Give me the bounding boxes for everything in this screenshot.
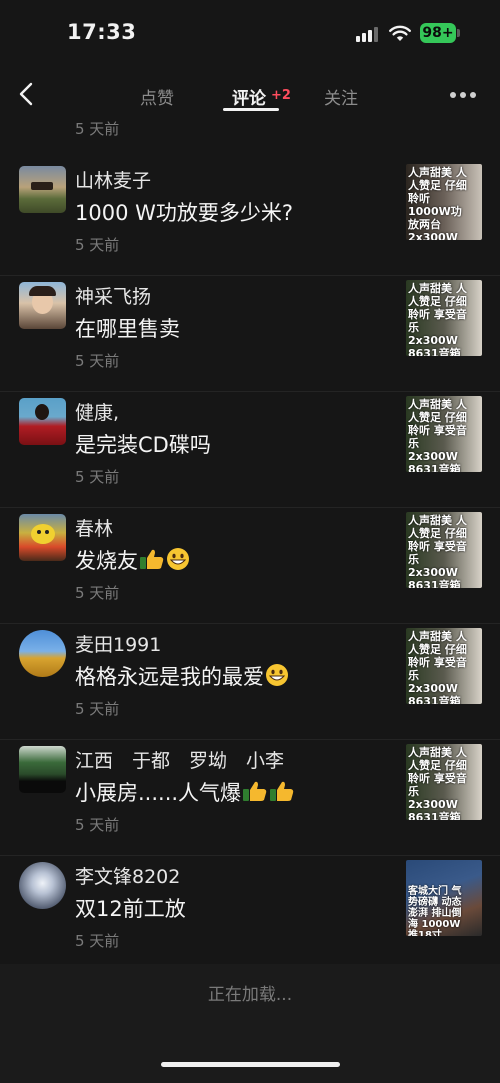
grinning-emoji-icon [266,664,288,686]
comment-username[interactable]: 麦田1991 [75,630,161,657]
avatar[interactable] [19,862,66,909]
comment-text-content: 格格永远是我的最爱 [75,665,264,689]
home-indicator[interactable] [161,1062,340,1067]
comment-text-content: 发烧友 [75,549,138,573]
comment-text: 双12前工放 [75,897,186,921]
comment-timestamp: 5 天前 [75,932,120,950]
comment-timestamp: 5 天前 [75,236,120,254]
cellular-signal-icon [356,26,382,42]
grinning-emoji-icon [167,548,189,570]
video-thumbnail[interactable]: 人声甜美 人人赞足 仔细聆听 享受音乐 2x300W 8631音箱 [406,396,482,472]
thumbs-up-emoji-icon [140,549,164,569]
comment-username[interactable]: 山林麦子 [75,166,151,193]
thumbnail-caption: 人声甜美 人人赞足 仔细聆听 享受音乐 2x300W 8631音箱 [408,746,467,820]
comment-username[interactable]: 健康, [75,398,119,425]
comment-timestamp: 5 天前 [75,584,120,602]
avatar[interactable] [19,746,66,793]
thumbnail-caption: 人声甜美 人人赞足 仔细聆听 享受音乐 2x300W 8631音箱 [408,282,467,356]
comment-timestamp: 5 天前 [75,352,120,370]
notifications-screen: 17:33 98+ 点赞 评论 +2 关注 5 天前 山林麦子 1000 W功放… [0,0,500,1083]
comment-item[interactable]: 江西 于都 罗坳 小李 小展房......人气爆 5 天前 人声甜美 人人赞足 … [0,740,500,856]
active-tab-indicator [223,108,279,111]
comment-item[interactable]: 李文锋8202 双12前工放 5 天前 客城大门 气势磅礴 动态澎湃 排山倒海 … [0,856,500,972]
comment-item[interactable]: 麦田1991 格格永远是我的最爱 5 天前 人声甜美 人人赞足 仔细聆听 享受音… [0,624,500,740]
status-time: 17:33 [67,20,137,44]
comment-timestamp: 5 天前 [75,700,120,718]
tab-comments-badge: +2 [271,88,291,103]
comment-username[interactable]: 江西 于都 罗坳 小李 [75,746,284,773]
comment-text-content: 小展房......人气爆 [75,781,242,805]
thumbnail-caption: 客城大门 气势磅礴 动态澎湃 排山倒海 1000W推18寸 [408,886,462,936]
avatar[interactable] [19,282,66,329]
comment-item[interactable]: 山林麦子 1000 W功放要多少米? 5 天前 人声甜美 人人赞足 仔细聆听 1… [0,160,500,276]
comment-text: 是完装CD碟吗 [75,433,211,457]
thumbnail-caption: 人声甜美 人人赞足 仔细聆听 1000W功放两台 2x300W 享受音乐 [408,166,467,240]
avatar[interactable] [19,514,66,561]
video-thumbnail[interactable]: 人声甜美 人人赞足 仔细聆听 享受音乐 2x300W 8631音箱 [406,628,482,704]
battery-indicator: 98+ [420,23,456,43]
comment-username[interactable]: 神采飞扬 [75,282,151,309]
thumbs-up-emoji-icon [270,781,294,801]
avatar[interactable] [19,166,66,213]
thumbnail-caption: 人声甜美 人人赞足 仔细聆听 享受音乐 2x300W 8631音箱 [408,630,467,704]
tab-follow[interactable]: 关注 [324,84,358,109]
video-thumbnail[interactable]: 人声甜美 人人赞足 仔细聆听 享受音乐 2x300W 8631音箱 [406,512,482,588]
video-thumbnail[interactable]: 人声甜美 人人赞足 仔细聆听 享受音乐 2x300W 8631音箱 [406,280,482,356]
comment-item[interactable]: 神采飞扬 在哪里售卖 5 天前 人声甜美 人人赞足 仔细聆听 享受音乐 2x30… [0,276,500,392]
comment-timestamp: 5 天前 [75,816,120,834]
tab-likes[interactable]: 点赞 [140,84,174,109]
more-options-icon[interactable] [450,92,480,100]
comment-item[interactable]: 春林 发烧友 5 天前 人声甜美 人人赞足 仔细聆听 享受音乐 2x300W 8… [0,508,500,624]
back-arrow-icon[interactable] [14,80,42,108]
thumbnail-caption: 人声甜美 人人赞足 仔细聆听 享受音乐 2x300W 8631音箱 [408,514,467,588]
thumbnail-caption: 人声甜美 人人赞足 仔细聆听 享受音乐 2x300W 8631音箱 [408,398,467,472]
comment-text: 小展房......人气爆 [75,777,295,807]
comment-text: 1000 W功放要多少米? [75,201,294,225]
thumbs-up-emoji-icon [243,781,267,801]
status-bar: 17:33 98+ [0,0,500,66]
avatar[interactable] [19,630,66,677]
comment-item[interactable]: 健康, 是完装CD碟吗 5 天前 人声甜美 人人赞足 仔细聆听 享受音乐 2x3… [0,392,500,508]
comment-text: 发烧友 [75,545,190,575]
avatar[interactable] [19,398,66,445]
previous-item-timestamp: 5 天前 [75,120,120,138]
battery-tip [457,29,460,37]
video-thumbnail[interactable]: 客城大门 气势磅礴 动态澎湃 排山倒海 1000W推18寸 [406,860,482,936]
comment-username[interactable]: 春林 [75,514,113,541]
wifi-icon [389,25,411,41]
comment-text: 在哪里售卖 [75,317,180,341]
loading-indicator: 正在加载... [207,985,293,1005]
video-thumbnail[interactable]: 人声甜美 人人赞足 仔细聆听 1000W功放两台 2x300W 享受音乐 [406,164,482,240]
comment-timestamp: 5 天前 [75,468,120,486]
tab-comments[interactable]: 评论 [232,84,266,109]
video-thumbnail[interactable]: 人声甜美 人人赞足 仔细聆听 享受音乐 2x300W 8631音箱 [406,744,482,820]
comment-text: 格格永远是我的最爱 [75,661,289,691]
top-navigation: 点赞 评论 +2 关注 [0,66,500,122]
comment-username[interactable]: 李文锋8202 [75,862,180,889]
